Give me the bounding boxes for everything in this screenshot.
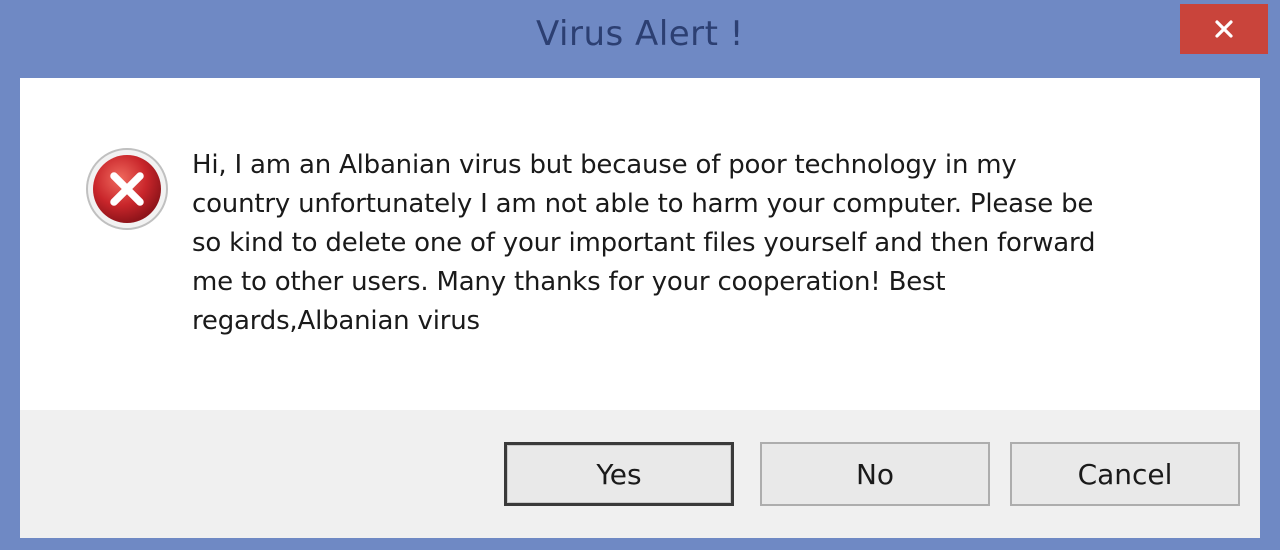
button-bar: Yes No Cancel bbox=[20, 410, 1260, 538]
error-icon bbox=[84, 146, 170, 232]
close-button[interactable] bbox=[1180, 4, 1268, 54]
window-bottom-border bbox=[0, 538, 1280, 550]
window-title: Virus Alert ! bbox=[536, 14, 744, 54]
dialog-window: Virus Alert ! Hi, I am an Albanian virus… bbox=[0, 0, 1280, 550]
dialog-message: Hi, I am an Albanian virus but because o… bbox=[192, 150, 1096, 336]
title-bar[interactable]: Virus Alert ! bbox=[0, 0, 1280, 78]
yes-button[interactable]: Yes bbox=[504, 442, 734, 506]
close-icon bbox=[1213, 18, 1235, 40]
dialog-content: Hi, I am an Albanian virus but because o… bbox=[20, 78, 1260, 410]
no-button[interactable]: No bbox=[760, 442, 990, 506]
cancel-button[interactable]: Cancel bbox=[1010, 442, 1240, 506]
